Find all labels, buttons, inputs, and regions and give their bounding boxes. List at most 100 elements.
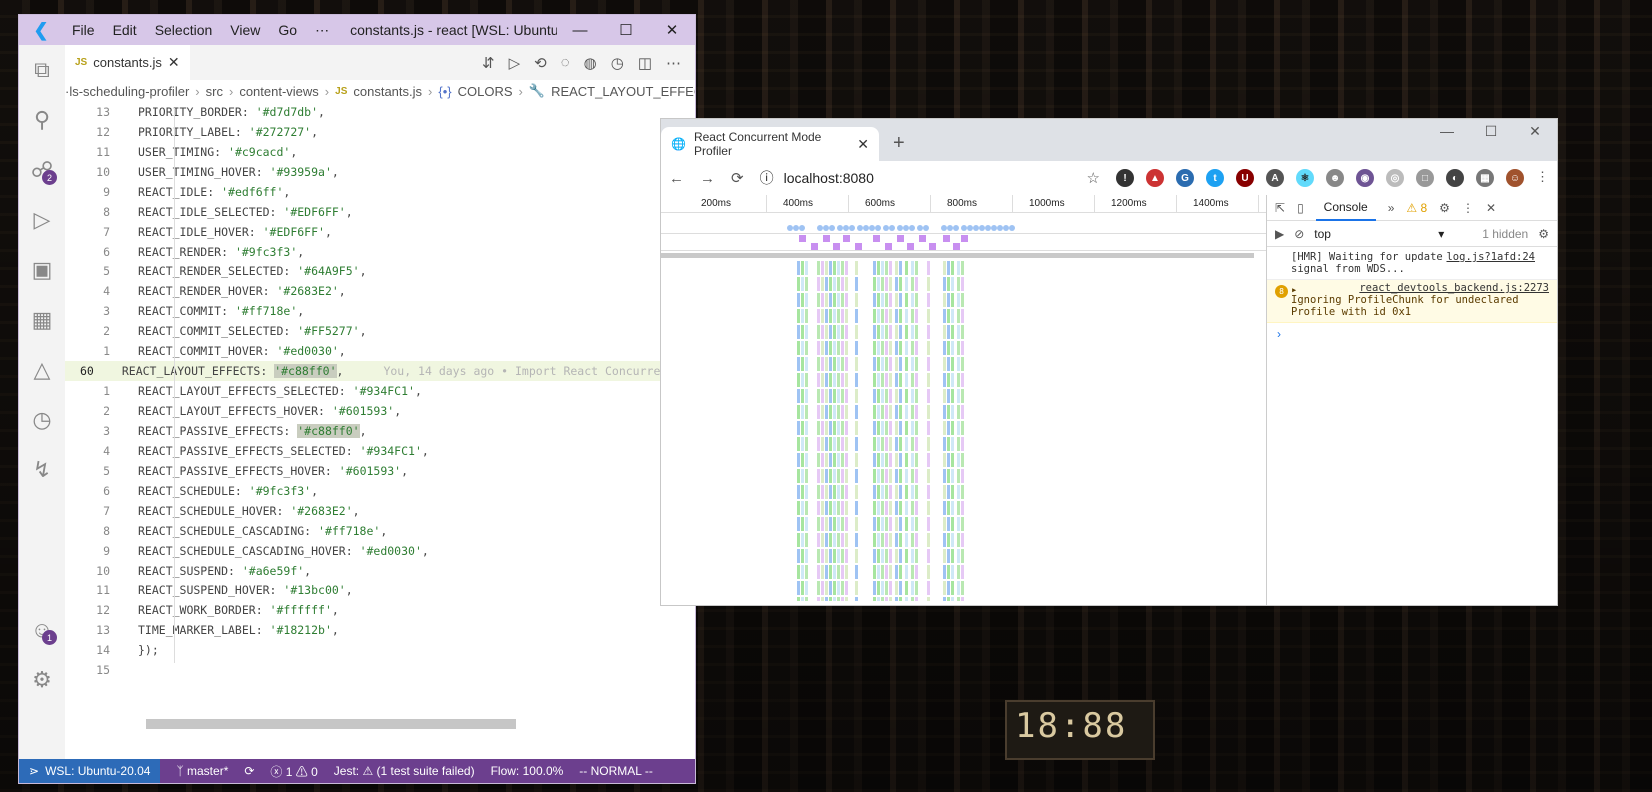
schedule-event-marker[interactable] [1009,225,1015,231]
flow-status[interactable]: Flow: 100.0% [491,764,564,778]
browser-tab[interactable]: 🌐 React Concurrent Mode Profiler ✕ [661,127,879,161]
chrome-menu-icon[interactable]: ⋮ [1536,169,1549,187]
flamechart-column[interactable] [899,261,902,601]
schedule-event-marker[interactable] [923,225,929,231]
horizontal-scrollbar[interactable] [146,719,516,729]
console-prompt[interactable]: › [1267,323,1557,345]
close-icon[interactable]: ✕ [1486,201,1496,215]
remote-explorer-icon[interactable]: ▣ [19,245,65,295]
extension-icon[interactable]: ☻ [1326,169,1344,187]
code-line[interactable]: 10 REACT_SUSPEND: '#a6e59f', [65,561,695,581]
code-line[interactable]: 7 REACT_IDLE_HOVER: '#EDF6FF', [65,222,695,242]
flamechart-column[interactable] [881,261,884,601]
breadcrumb-item[interactable]: constants.js [353,84,422,99]
code-line[interactable]: 6 REACT_SCHEDULE: '#9fc3f3', [65,481,695,501]
menu-file[interactable]: File [63,22,104,38]
tab-close-icon[interactable]: ✕ [857,136,869,153]
code-line[interactable]: 4 REACT_PASSIVE_EFFECTS_SELECTED: '#934FC… [65,441,695,461]
code-line[interactable]: 6 REACT_RENDER: '#9fc3f3', [65,242,695,262]
code-line[interactable]: 1 REACT_LAYOUT_EFFECTS_SELECTED: '#934FC1… [65,381,695,401]
effect-block[interactable] [855,243,862,250]
address-bar[interactable]: ⓘ localhost:8080 [760,168,1071,188]
code-line[interactable]: 12 PRIORITY_LABEL: '#272727', [65,122,695,142]
remote-indicator[interactable]: ⋗ WSL: Ubuntu-20.04 [19,759,161,783]
flamechart-column[interactable] [801,261,804,601]
flamechart-column[interactable] [841,261,844,601]
flamechart-column[interactable] [947,261,950,601]
code-line[interactable]: 8 REACT_IDLE_SELECTED: '#EDF6FF', [65,202,695,222]
reload-icon[interactable]: ⟳ [731,169,744,187]
effect-block[interactable] [953,243,960,250]
run-icon[interactable]: ▷ [509,54,521,72]
back-icon[interactable]: ← [669,170,684,187]
flamechart-column[interactable] [961,261,964,601]
extension-icon[interactable]: A [1266,169,1284,187]
code-line[interactable]: 11 REACT_SUSPEND_HOVER: '#13bc00', [65,581,695,601]
flamechart-column[interactable] [911,261,914,601]
effect-block[interactable] [885,243,892,250]
code-line[interactable]: 10 USER_TIMING_HOVER: '#93959a', [65,162,695,182]
next-change-icon[interactable]: ◍ [584,54,597,72]
forward-icon[interactable]: → [700,170,715,187]
flamechart-column[interactable] [895,261,898,601]
breadcrumb-item[interactable]: REACT_LAYOUT_EFFECTS [551,84,695,99]
schedule-event-marker[interactable] [849,225,855,231]
flamechart-column[interactable] [943,261,946,601]
code-line[interactable]: 4 REACT_RENDER_HOVER: '#2683E2', [65,281,695,301]
tab-close-icon[interactable]: ✕ [168,54,180,71]
menu-edit[interactable]: Edit [104,22,146,38]
clear-console-icon[interactable]: ⊘ [1294,227,1304,241]
code-line[interactable]: 2 REACT_LAYOUT_EFFECTS_HOVER: '#601593', [65,401,695,421]
document-icon[interactable]: □ [1416,169,1434,187]
pull-requests-icon[interactable]: ↯ [19,445,65,495]
menu-view[interactable]: View [221,22,269,38]
flamechart-column[interactable] [805,261,808,601]
flamechart-column[interactable] [837,261,840,601]
message-source-link[interactable]: react_devtools_backend.js:2273 [1291,282,1549,294]
compare-changes-icon[interactable]: ⇵ [482,54,495,72]
settings-gear-icon[interactable]: ⚙ [19,655,65,705]
previous-change-icon[interactable]: ◌ [561,54,570,72]
minimize-icon[interactable]: — [1425,123,1469,140]
effect-block[interactable] [961,235,968,242]
effect-block[interactable] [843,235,850,242]
flamechart-column[interactable] [957,261,960,601]
more-tabs-icon[interactable]: » [1388,201,1395,215]
timeline-toggle-icon[interactable]: ◷ [611,54,624,72]
flamechart-column[interactable] [797,261,800,601]
devtools-menu-icon[interactable]: ⋮ [1462,201,1474,215]
effect-block[interactable] [823,235,830,242]
schedule-event-marker[interactable] [829,225,835,231]
schedule-event-marker[interactable] [799,225,805,231]
branch-indicator[interactable]: ᛉ master* [176,764,228,778]
breadcrumb-item[interactable]: src [206,84,223,99]
flamechart-column[interactable] [889,261,892,601]
effect-block[interactable] [833,243,840,250]
code-editor[interactable]: 13 PRIORITY_BORDER: '#d7d7db', 12 PRIORITY_… [65,102,695,733]
flamechart-column[interactable] [885,261,888,601]
breadcrumb-item[interactable]: content-views [239,84,318,99]
problems-indicator[interactable]: ⓧ 1 ⚠ 0 [270,763,317,780]
github-icon[interactable]: ◉ [1356,169,1374,187]
close-icon[interactable]: ✕ [649,21,695,39]
code-line[interactable]: 15 [65,660,695,680]
code-line[interactable]: 3 REACT_PASSIVE_EFFECTS: '#c88ff0', [65,421,695,441]
flamechart-column[interactable] [951,261,954,601]
flamechart-column[interactable] [845,261,848,601]
code-line[interactable]: 9 REACT_IDLE: '#edf6ff', [65,182,695,202]
menu-more[interactable]: ⋯ [306,22,338,39]
puzzle-icon[interactable]: ▦ [1476,169,1494,187]
code-line[interactable]: 3 REACT_COMMIT: '#ff718e', [65,301,695,321]
flamechart-divider[interactable] [661,253,1254,258]
extension-icon[interactable]: ▲ [1146,169,1164,187]
flamechart-column[interactable] [817,261,820,601]
code-line[interactable]: 8 REACT_SCHEDULE_CASCADING: '#ff718e', [65,521,695,541]
maximize-icon[interactable]: ☐ [603,21,649,39]
sync-icon[interactable]: ⟳ [244,764,254,778]
ublock-icon[interactable]: U [1236,169,1254,187]
tab-console[interactable]: Console [1315,195,1376,221]
code-line[interactable]: 2 REACT_COMMIT_SELECTED: '#FF5277', [65,321,695,341]
sidebar-toggle-icon[interactable]: ▶ [1275,227,1284,241]
device-toolbar-icon[interactable]: ▯ [1297,201,1304,215]
flamechart-column[interactable] [873,261,876,601]
